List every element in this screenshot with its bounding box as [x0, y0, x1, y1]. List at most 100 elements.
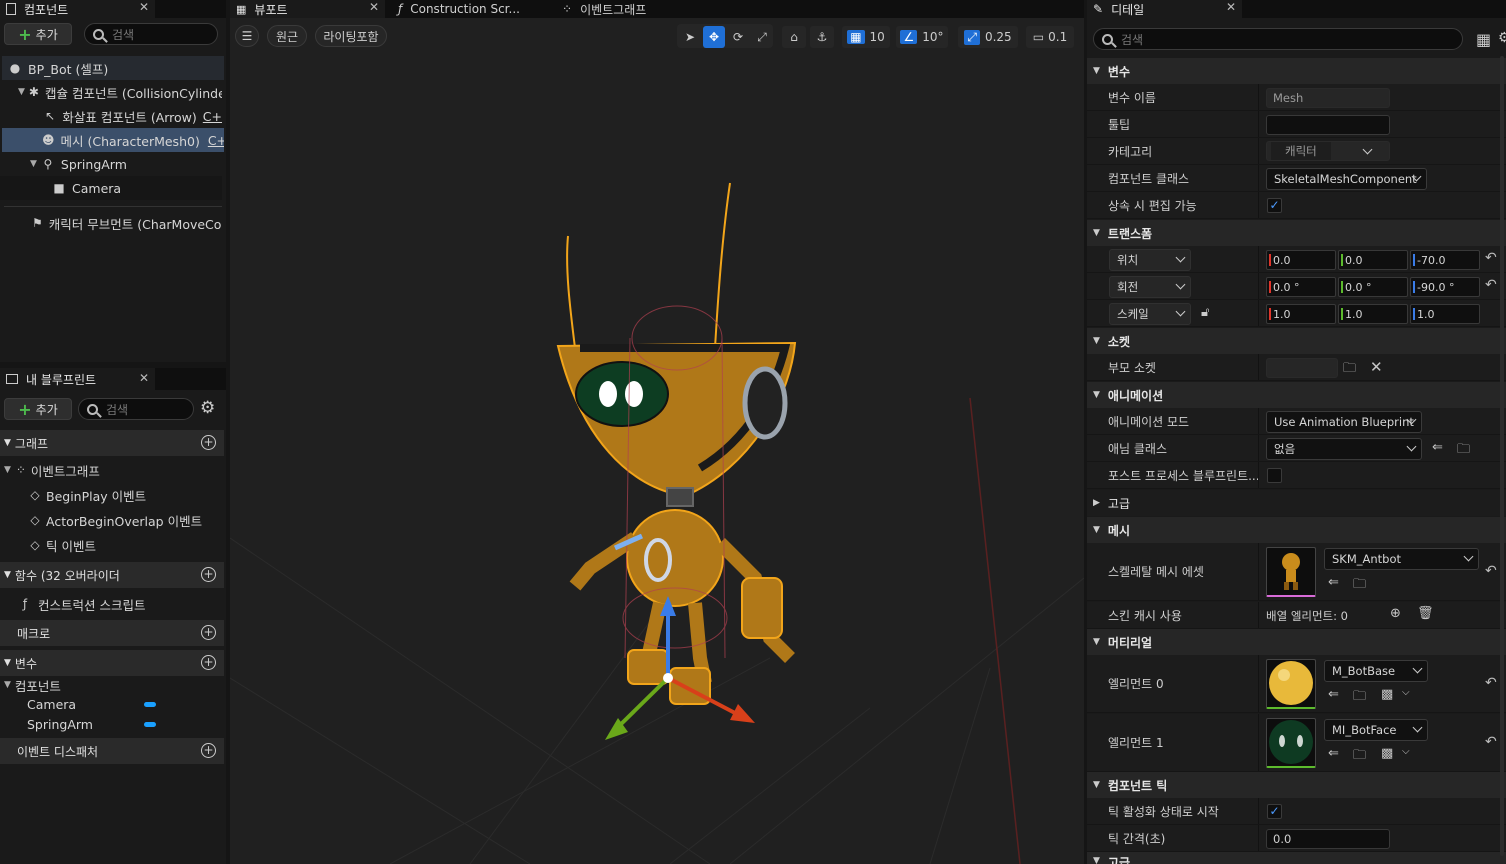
- add-macro-icon[interactable]: +: [201, 625, 216, 640]
- tab-viewport[interactable]: ▦ 뷰포트 ✕: [230, 0, 385, 18]
- details-search-input[interactable]: 검색: [1093, 28, 1463, 50]
- settings-gear-icon[interactable]: ⚙: [200, 398, 215, 418]
- translate-mode-button[interactable]: ✥: [703, 26, 725, 48]
- scale-y-field[interactable]: 1.0: [1338, 304, 1408, 324]
- event-dispatchers-section-header[interactable]: 이벤트 디스패처 +: [0, 738, 224, 764]
- rotation-x-field[interactable]: 0.0 °: [1266, 277, 1336, 297]
- event-item-beginplay[interactable]: ◇ BeginPlay 이벤트: [0, 483, 224, 507]
- reset-arrow-icon[interactable]: ↶: [1485, 277, 1497, 293]
- checker-texture-icon[interactable]: ▩: [1381, 746, 1393, 761]
- close-icon[interactable]: ✕: [1226, 0, 1236, 14]
- tick-interval-field[interactable]: 0.0: [1266, 829, 1390, 849]
- tree-item-movement[interactable]: ⚑ 캐릭터 무브먼트 (CharMoveComp): [0, 211, 222, 235]
- perspective-button[interactable]: 원근: [267, 25, 307, 47]
- add-function-icon[interactable]: +: [201, 567, 216, 582]
- trash-icon[interactable]: 🗑︎: [1417, 606, 1434, 621]
- reset-arrow-icon[interactable]: ↶: [1485, 250, 1497, 266]
- section-animation[interactable]: ▼ 애니메이션: [1087, 382, 1506, 408]
- add-graph-icon[interactable]: +: [201, 435, 216, 450]
- tree-item-self[interactable]: ● BP_Bot (셀프): [2, 56, 224, 80]
- browse-folder-icon[interactable]: 🗀︎: [1353, 746, 1366, 768]
- location-x-field[interactable]: 0.0: [1266, 250, 1336, 270]
- graph-section-header[interactable]: ▼ 그래프 +: [0, 430, 224, 456]
- scale-x-field[interactable]: 1.0: [1266, 304, 1336, 324]
- clear-x-icon[interactable]: ✕: [1370, 358, 1383, 376]
- expand-arrow-icon[interactable]: ▼: [18, 87, 25, 97]
- blueprint-search-input[interactable]: 검색: [78, 398, 194, 420]
- macros-section-header[interactable]: 매크로 +: [0, 620, 224, 646]
- property-matrix-icon[interactable]: ▦: [1476, 30, 1491, 49]
- checker-texture-icon[interactable]: ▩: [1381, 687, 1393, 702]
- rotation-mode-dropdown[interactable]: 회전: [1109, 276, 1191, 298]
- section-component-tick[interactable]: ▼ 컴포넌트 틱: [1087, 772, 1506, 798]
- section-transform[interactable]: ▼ 트랜스폼: [1087, 220, 1506, 246]
- add-dispatcher-icon[interactable]: +: [201, 743, 216, 758]
- close-icon[interactable]: ✕: [369, 0, 379, 14]
- browse-folder-icon[interactable]: 🗀︎: [1457, 440, 1470, 462]
- location-z-field[interactable]: -70.0: [1410, 250, 1480, 270]
- editable-when-inherited-checkbox[interactable]: ✓: [1267, 198, 1282, 213]
- material-1-thumbnail[interactable]: [1266, 718, 1316, 768]
- rotation-z-field[interactable]: -90.0 °: [1410, 277, 1480, 297]
- tooltip-field[interactable]: [1266, 115, 1390, 135]
- lighting-button[interactable]: 라이팅포함: [315, 25, 387, 47]
- reset-arrow-icon[interactable]: ↶: [1485, 734, 1497, 750]
- skeletal-mesh-dropdown[interactable]: SKM_Antbot: [1324, 548, 1479, 570]
- variables-section-header[interactable]: ▼ 변수 +: [0, 650, 224, 676]
- tree-item-mesh[interactable]: ☻ 메시 (CharacterMesh0) C+: [2, 128, 224, 152]
- animation-mode-dropdown[interactable]: Use Animation Blueprint: [1266, 411, 1422, 433]
- functions-section-header[interactable]: ▼ 함수 (32 오버라이더 +: [0, 562, 224, 588]
- tab-construction-script[interactable]: ƒ Construction Scr...: [392, 0, 552, 18]
- component-class-dropdown[interactable]: SkeletalMeshComponent: [1266, 168, 1427, 190]
- grid-snap-button[interactable]: ▦ 10: [842, 26, 890, 48]
- browse-folder-icon[interactable]: 🗀︎: [1343, 359, 1356, 381]
- reset-arrow-icon[interactable]: ↶: [1485, 675, 1497, 691]
- section-variable[interactable]: ▼ 변수: [1087, 58, 1506, 84]
- start-with-tick-checkbox[interactable]: ✓: [1267, 804, 1282, 819]
- add-blueprint-item-button[interactable]: + 추가: [4, 398, 72, 420]
- event-graph-item[interactable]: ▼ ⁘ 이벤트그래프: [0, 458, 224, 482]
- browse-folder-icon[interactable]: 🗀︎: [1353, 575, 1366, 597]
- details-scrollbar[interactable]: [1500, 56, 1504, 856]
- components-search-input[interactable]: 검색: [84, 23, 218, 45]
- tree-item-arrow[interactable]: ↖ 화살표 컴포넌트 (Arrow) C+: [0, 104, 222, 128]
- surface-snap-button[interactable]: ⚓: [810, 26, 834, 48]
- category-combobox[interactable]: 캐릭터: [1266, 141, 1390, 161]
- add-element-icon[interactable]: ⊕: [1390, 606, 1401, 621]
- skeletal-mesh-thumbnail[interactable]: [1266, 547, 1316, 597]
- use-selected-icon[interactable]: ⇐: [1328, 575, 1339, 590]
- section-mesh[interactable]: ▼ 메시: [1087, 517, 1506, 543]
- variable-name-field[interactable]: Mesh: [1266, 88, 1390, 108]
- tree-item-springarm[interactable]: ▼ ⚲ SpringArm: [0, 152, 222, 176]
- close-icon[interactable]: ✕: [139, 0, 149, 14]
- components-group[interactable]: ▼ 컴포넌트: [0, 674, 224, 696]
- tree-item-capsule[interactable]: ▼ ✱ 캡슐 컴포넌트 (CollisionCylinder): [0, 80, 222, 104]
- tab-details[interactable]: ✎ 디테일 ✕: [1087, 0, 1242, 18]
- chevron-down-icon[interactable]: ⌵: [1402, 687, 1410, 698]
- tree-item-camera[interactable]: ■ Camera: [0, 176, 222, 200]
- expand-arrow-icon[interactable]: ▼: [30, 159, 37, 169]
- tab-components[interactable]: 컴포넌트 ✕: [0, 0, 155, 18]
- scale-mode-dropdown[interactable]: 스케일: [1109, 303, 1191, 325]
- scale-snap-button[interactable]: ⤢ 0.25: [958, 26, 1018, 48]
- variable-item-springarm[interactable]: SpringArm: [0, 714, 224, 734]
- add-component-button[interactable]: + 추가: [4, 23, 72, 45]
- material-0-thumbnail[interactable]: [1266, 659, 1316, 709]
- viewport-options-button[interactable]: ☰: [235, 25, 259, 47]
- section-materials[interactable]: ▼ 머티리얼: [1087, 629, 1506, 655]
- settings-gear-icon[interactable]: ⚙: [1498, 30, 1506, 46]
- use-selected-icon[interactable]: ⇐: [1432, 440, 1443, 455]
- close-icon[interactable]: ✕: [139, 371, 149, 385]
- section-cut-off[interactable]: ▼ 고급: [1087, 852, 1506, 864]
- tab-event-graph[interactable]: ⁘ 이벤트그래프: [556, 0, 716, 18]
- event-item-tick[interactable]: ◇ 틱 이벤트: [0, 533, 224, 557]
- scale-mode-button[interactable]: ⤢: [751, 26, 773, 48]
- reset-arrow-icon[interactable]: ↶: [1485, 563, 1497, 579]
- select-mode-button[interactable]: ➤: [679, 26, 701, 48]
- section-sockets[interactable]: ▼ 소켓: [1087, 328, 1506, 354]
- variable-item-camera[interactable]: Camera: [0, 694, 224, 714]
- construction-script-item[interactable]: ƒ 컨스트럭션 스크립트: [0, 592, 224, 616]
- use-selected-icon[interactable]: ⇐: [1328, 687, 1339, 702]
- camera-speed-button[interactable]: ▭ 0.1: [1026, 26, 1074, 48]
- material-0-dropdown[interactable]: M_BotBase: [1324, 660, 1428, 682]
